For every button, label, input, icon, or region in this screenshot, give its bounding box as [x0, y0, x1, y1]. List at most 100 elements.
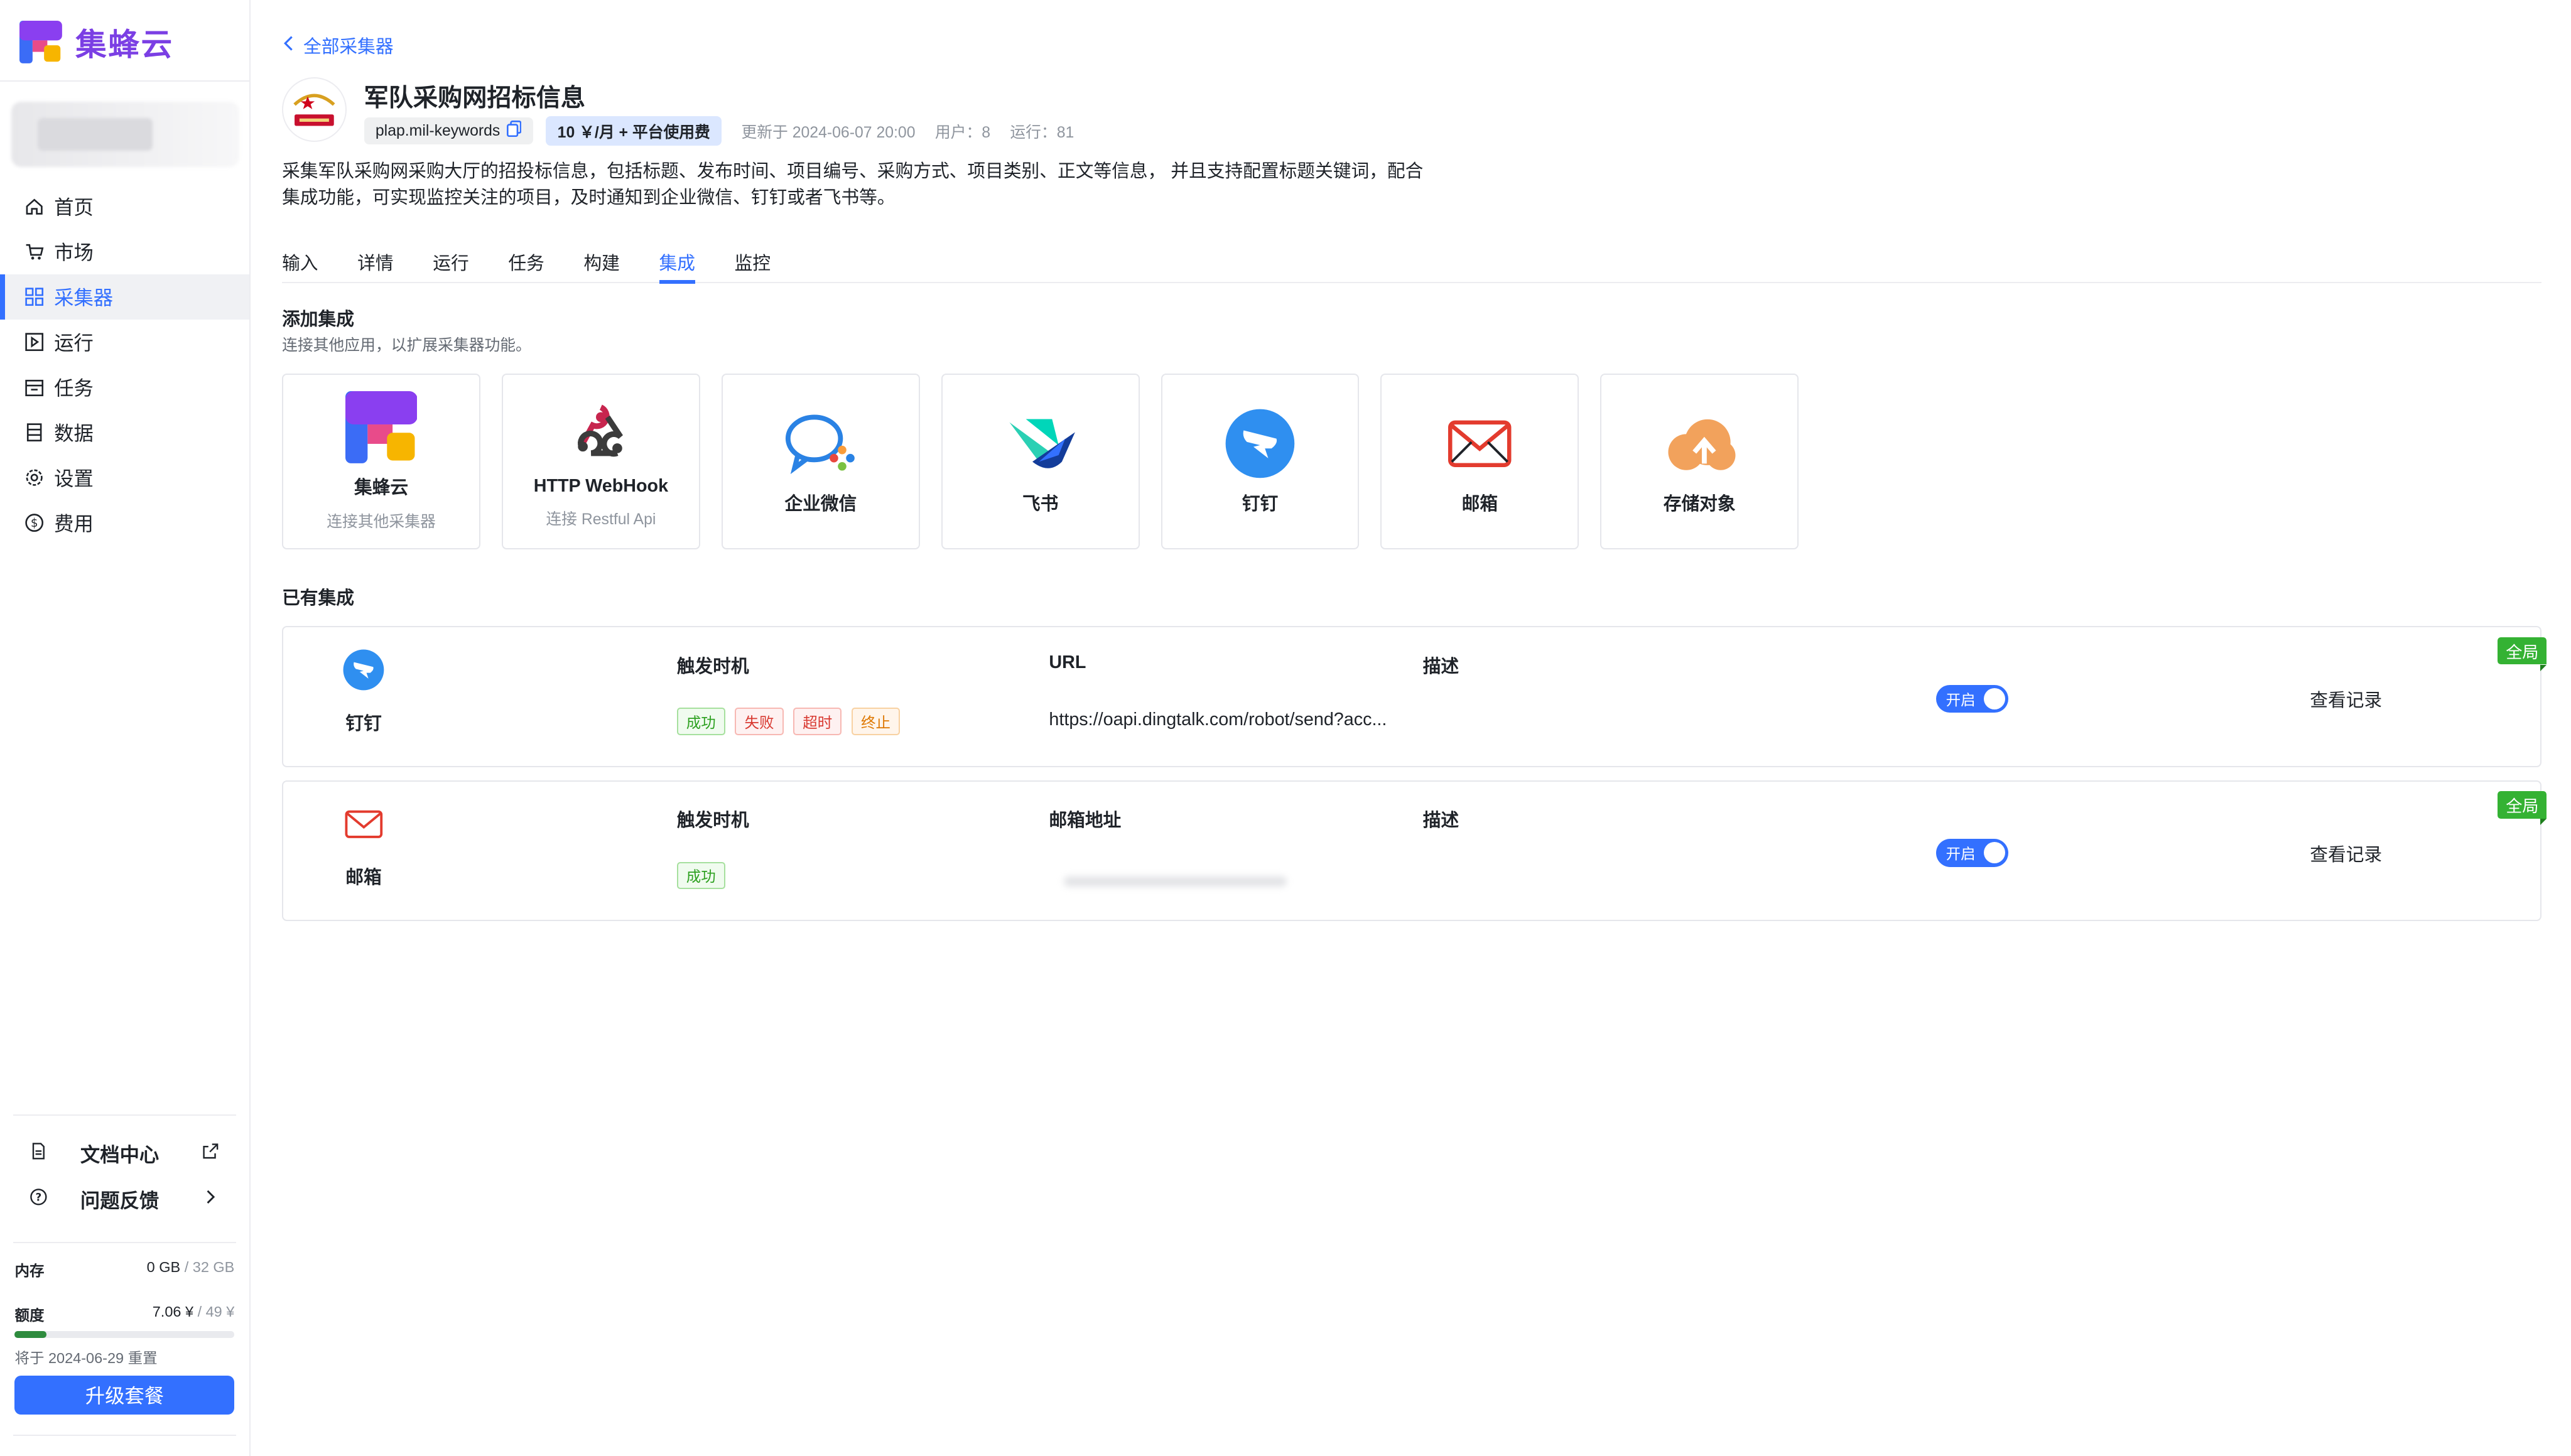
existing-integrations-title: 已有集成	[282, 588, 354, 608]
sidebar-item-label: 设置	[54, 468, 94, 490]
sidebar-item-runs[interactable]: 运行	[0, 320, 249, 365]
sidebar-item-label: 费用	[54, 513, 94, 536]
tab-bar: 输入 详情 运行 任务 构建 集成 监控	[282, 249, 2542, 284]
back-label: 全部采集器	[303, 37, 394, 58]
status-badge: 失败	[735, 708, 784, 735]
integration-card-dingtalk[interactable]: 钉钉	[1161, 374, 1360, 549]
database-icon	[24, 423, 44, 442]
feedback-link[interactable]: ? 问题反馈	[0, 1177, 249, 1222]
tab-monitor[interactable]: 监控	[735, 249, 810, 282]
slug-tag[interactable]: plap.mil-keywords	[364, 117, 533, 145]
main-content: 全部采集器 军队采购网招标信息 plap.mil-keywords 10 ￥/月…	[249, 0, 2571, 1456]
integration-row-mail: 邮箱 触发时机 邮箱地址 描述 成功 开启 查看记录 全局	[282, 780, 2547, 922]
integration-name: 钉钉	[345, 713, 382, 734]
tab-tasks[interactable]: 任务	[508, 249, 583, 282]
sidebar-item-collectors[interactable]: 采集器	[0, 274, 249, 320]
card-name: 企业微信	[784, 493, 857, 514]
quota-reset-note: 将于 2024-06-29 重置	[14, 1349, 158, 1366]
calendar-icon	[24, 377, 44, 397]
description-header: 描述	[1422, 810, 1459, 831]
global-scope-badge: 全局	[2498, 791, 2547, 824]
tab-details[interactable]: 详情	[357, 249, 433, 282]
sidebar-item-settings[interactable]: 设置	[0, 455, 249, 500]
card-name: 集蜂云	[354, 477, 409, 498]
card-name: 飞书	[1022, 493, 1059, 514]
sidebar-item-label: 采集器	[54, 287, 114, 310]
integration-card-jifengyun[interactable]: 集蜂云 连接其他采集器	[282, 374, 480, 549]
integration-card-mail[interactable]: 邮箱	[1380, 374, 1579, 549]
svg-text:?: ?	[35, 1191, 41, 1204]
feedback-label: 问题反馈	[80, 1190, 160, 1212]
integration-name: 邮箱	[345, 868, 382, 888]
enable-toggle[interactable]: 开启	[1935, 839, 2008, 867]
jifengyun-logo-icon	[345, 391, 418, 464]
description-header: 描述	[1422, 656, 1459, 677]
tab-integrations[interactable]: 集成	[659, 249, 735, 284]
user-account-card[interactable]	[11, 101, 240, 168]
sidebar-item-tasks[interactable]: 任务	[0, 365, 249, 410]
status-badge: 成功	[676, 708, 725, 735]
sidebar-item-home[interactable]: 首页	[0, 183, 249, 229]
upgrade-plan-button[interactable]: 升级套餐	[14, 1375, 235, 1415]
integration-card-feishu[interactable]: 飞书	[941, 374, 1140, 549]
card-name: HTTP WebHook	[533, 475, 669, 496]
divider	[13, 1114, 236, 1116]
quota-used: 7.06 ¥	[152, 1303, 194, 1320]
mail-icon	[342, 803, 385, 846]
chevron-right-icon	[202, 1188, 220, 1211]
brand-name: 集蜂云	[75, 27, 174, 63]
docs-center-label: 文档中心	[80, 1144, 160, 1166]
view-records-link[interactable]: 查看记录	[2310, 686, 2382, 712]
sidebar-item-label: 首页	[54, 196, 94, 218]
status-badge: 成功	[676, 861, 725, 889]
brand-logo[interactable]: 集蜂云	[19, 19, 173, 65]
tab-input[interactable]: 输入	[282, 249, 357, 282]
price-tag: 10 ￥/月 + 平台使用费	[546, 116, 722, 146]
trigger-badges: 成功	[676, 861, 725, 889]
memory-usage: 内存 0 GB / 32 GB	[14, 1259, 234, 1280]
enable-toggle[interactable]: 开启	[1935, 684, 2008, 713]
card-name: 邮箱	[1461, 493, 1498, 514]
sidebar-footer: 文档中心 ? 问题反馈	[0, 1114, 249, 1244]
url-header: URL	[1049, 652, 1086, 672]
integration-card-storage[interactable]: 存储对象	[1600, 374, 1799, 549]
view-records-link[interactable]: 查看记录	[2310, 841, 2382, 866]
sidebar-item-label: 数据	[54, 423, 94, 445]
card-name: 钉钉	[1242, 493, 1279, 514]
feishu-icon	[1003, 407, 1078, 480]
dollar-icon: $	[24, 513, 44, 532]
integration-card-webhook[interactable]: HTTP WebHook 连接 Restful Api	[501, 374, 700, 549]
toggle-label: 开启	[1946, 691, 1976, 708]
sidebar-item-market[interactable]: 市场	[0, 229, 249, 274]
sidebar-item-data[interactable]: 数据	[0, 410, 249, 455]
tab-build[interactable]: 构建	[583, 249, 659, 282]
divider	[13, 1434, 236, 1436]
integration-card-wecom[interactable]: 企业微信	[721, 374, 920, 549]
collector-description: 采集军队采购网采购大厅的招投标信息，包括标题、发布时间、项目编号、采购方式、项目…	[282, 161, 1424, 208]
cloud-upload-icon	[1662, 407, 1737, 480]
docs-center-link[interactable]: 文档中心	[0, 1131, 249, 1177]
card-name: 存储对象	[1663, 493, 1736, 514]
add-integration-title: 添加集成	[282, 309, 354, 330]
copy-icon[interactable]	[506, 121, 522, 141]
integration-cards: 集蜂云 连接其他采集器 HTTP WebHook 连接 Restful Api	[282, 374, 1799, 549]
tab-runs[interactable]: 运行	[433, 249, 508, 282]
sidebar-item-billing[interactable]: $ 费用	[0, 500, 249, 546]
gear-icon	[24, 468, 44, 487]
trigger-badges: 成功 失败 超时 终止	[676, 708, 900, 735]
trigger-header: 触发时机	[676, 810, 749, 831]
external-link-icon	[202, 1142, 220, 1165]
toggle-knob	[1983, 688, 2005, 709]
redacted-email-address	[1063, 876, 1287, 887]
sidebar-item-label: 市场	[54, 242, 94, 264]
question-icon: ?	[30, 1188, 48, 1211]
svg-text:$: $	[31, 517, 38, 530]
jifengyun-logo-icon	[19, 21, 63, 64]
card-sub: 连接其他采集器	[327, 513, 436, 531]
card-sub: 连接 Restful Api	[546, 510, 656, 528]
webhook-url: https://oapi.dingtalk.com/robot/send?acc…	[1049, 709, 1387, 730]
quota-progress-bar	[14, 1331, 235, 1338]
back-to-collectors-link[interactable]: 全部采集器	[282, 33, 394, 58]
webhook-icon	[566, 394, 636, 466]
divider	[13, 1242, 236, 1244]
